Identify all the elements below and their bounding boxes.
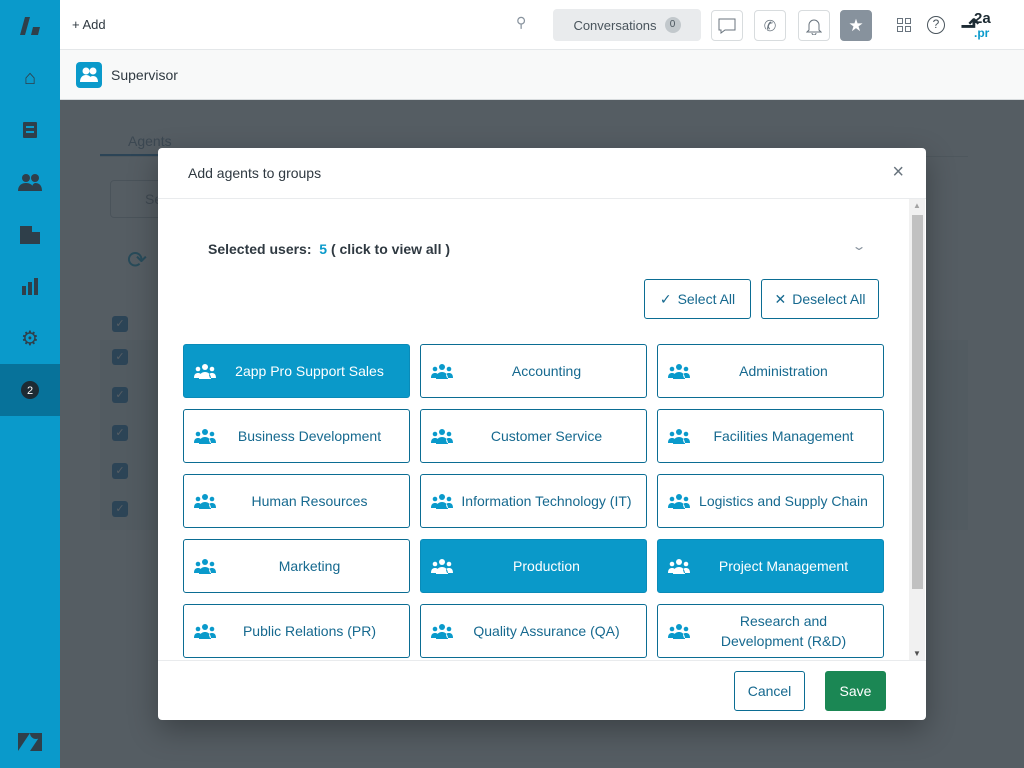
group-button[interactable]: Information Technology (IT) xyxy=(420,474,647,528)
group-label: Administration xyxy=(739,361,828,381)
group-button[interactable]: Quality Assurance (QA) xyxy=(420,604,647,658)
group-icon xyxy=(194,558,216,576)
scrollbar-thumb[interactable] xyxy=(912,215,923,589)
tab-agents[interactable]: Agents xyxy=(128,133,172,149)
group-label: Marketing xyxy=(279,556,340,576)
star-icon[interactable]: ★ xyxy=(840,10,872,41)
chat-icon[interactable] xyxy=(711,10,743,41)
modal-body: Selected users: 5 ( click to view all ) … xyxy=(158,199,926,660)
page-title: Supervisor xyxy=(111,67,178,83)
selected-users: Selected users: 5 ( click to view all ) xyxy=(208,241,450,257)
profile-logo[interactable]: ⬏ 2a .pr xyxy=(960,8,1000,42)
group-icon xyxy=(194,428,216,446)
group-label: Facilities Management xyxy=(713,426,853,446)
conversations-button[interactable]: Conversations 0 xyxy=(553,9,701,41)
svg-text:2: 2 xyxy=(27,385,33,397)
group-label: Research and Development (R&D) xyxy=(698,611,869,651)
conversations-count: 0 xyxy=(665,17,681,33)
apps-grid-icon[interactable] xyxy=(897,18,912,38)
group-label: Accounting xyxy=(512,361,581,381)
group-button[interactable]: Research and Development (R&D) xyxy=(657,604,884,658)
group-label: 2app Pro Support Sales xyxy=(235,361,384,381)
search-icon[interactable]: ⚲ xyxy=(516,14,526,31)
selected-label: Selected users: xyxy=(208,241,312,257)
group-label: Information Technology (IT) xyxy=(461,491,631,511)
group-label: Customer Service xyxy=(491,426,602,446)
group-button[interactable]: Project Management xyxy=(657,539,884,593)
group-label: Logistics and Supply Chain xyxy=(699,491,868,511)
chevron-down-icon[interactable]: ⌄ xyxy=(851,239,866,253)
phone-icon[interactable]: ✆ xyxy=(754,10,786,41)
scroll-up-icon[interactable]: ▲ xyxy=(913,201,921,210)
group-button[interactable]: 2app Pro Support Sales xyxy=(183,344,410,398)
group-icon xyxy=(431,623,453,641)
group-button[interactable]: Customer Service xyxy=(420,409,647,463)
group-icon xyxy=(668,428,690,446)
group-button[interactable]: Public Relations (PR) xyxy=(183,604,410,658)
organizations-icon[interactable] xyxy=(0,208,60,260)
modal-title: Add agents to groups xyxy=(188,165,321,181)
add-button[interactable]: + Add xyxy=(72,17,106,32)
group-button[interactable]: Logistics and Supply Chain xyxy=(657,474,884,528)
group-button[interactable]: Facilities Management xyxy=(657,409,884,463)
users-icon[interactable] xyxy=(0,156,60,208)
group-button[interactable]: Marketing xyxy=(183,539,410,593)
deselect-all-label: Deselect All xyxy=(792,291,865,307)
group-icon xyxy=(194,623,216,641)
group-icon xyxy=(431,428,453,446)
supervisor-app-icon xyxy=(76,62,102,88)
group-label: Quality Assurance (QA) xyxy=(473,621,619,641)
group-button[interactable]: Accounting xyxy=(420,344,647,398)
app-header: Supervisor xyxy=(60,50,1024,100)
group-icon xyxy=(668,493,690,511)
select-all-label: Select All xyxy=(678,291,736,307)
group-label: Business Development xyxy=(238,426,381,446)
view-all-link[interactable]: ( click to view all ) xyxy=(331,241,450,257)
home-icon[interactable]: ⌂ xyxy=(0,52,60,104)
group-label: Human Resources xyxy=(252,491,368,511)
group-icon xyxy=(194,493,216,511)
group-button[interactable]: Business Development xyxy=(183,409,410,463)
double-check-icon: ✓ xyxy=(660,291,672,308)
selected-count: 5 xyxy=(319,241,327,257)
group-icon xyxy=(431,363,453,381)
cancel-button[interactable]: Cancel xyxy=(734,671,805,711)
logo-text: 2a xyxy=(974,10,991,27)
modal-footer: Cancel Save xyxy=(158,660,926,720)
deselect-all-button[interactable]: ✕ Deselect All xyxy=(761,279,879,319)
reports-icon[interactable] xyxy=(0,260,60,312)
group-icon xyxy=(668,558,690,576)
group-button[interactable]: Administration xyxy=(657,344,884,398)
zendesk-logo-icon[interactable] xyxy=(0,0,60,52)
group-icon xyxy=(668,623,690,641)
save-button[interactable]: Save xyxy=(825,671,886,711)
group-icon xyxy=(194,363,216,381)
inbox-icon[interactable] xyxy=(0,104,60,156)
group-icon xyxy=(431,493,453,511)
select-all-button[interactable]: ✓ Select All xyxy=(644,279,751,319)
group-label: Project Management xyxy=(719,556,848,576)
scroll-down-icon[interactable]: ▼ xyxy=(913,649,921,658)
zendesk-z-icon xyxy=(0,716,60,768)
group-button[interactable]: Production xyxy=(420,539,647,593)
bell-icon[interactable] xyxy=(798,10,830,41)
add-agents-modal: Add agents to groups × Selected users: 5… xyxy=(158,148,926,720)
group-button[interactable]: Human Resources xyxy=(183,474,410,528)
group-label: Production xyxy=(513,556,580,576)
x-icon: ✕ xyxy=(775,291,787,308)
logo-subtext: .pr xyxy=(974,26,989,40)
group-icon xyxy=(668,363,690,381)
close-icon[interactable]: × xyxy=(892,161,904,184)
help-icon[interactable]: ? xyxy=(927,16,945,34)
settings-gear-icon[interactable]: ⚙ xyxy=(0,312,60,364)
group-icon xyxy=(431,558,453,576)
conversations-label: Conversations xyxy=(573,18,656,33)
group-label: Public Relations (PR) xyxy=(243,621,376,641)
supervisor-app-icon[interactable]: 2 xyxy=(0,364,60,416)
scrollbar[interactable]: ▲ ▼ xyxy=(909,199,925,660)
top-bar: + Add ⚲ Conversations 0 ✆ ★ ? ⬏ 2a .pr xyxy=(60,0,1024,50)
sidebar: ⌂ ⚙ 2 xyxy=(0,0,60,768)
modal-header: Add agents to groups × xyxy=(158,148,926,199)
